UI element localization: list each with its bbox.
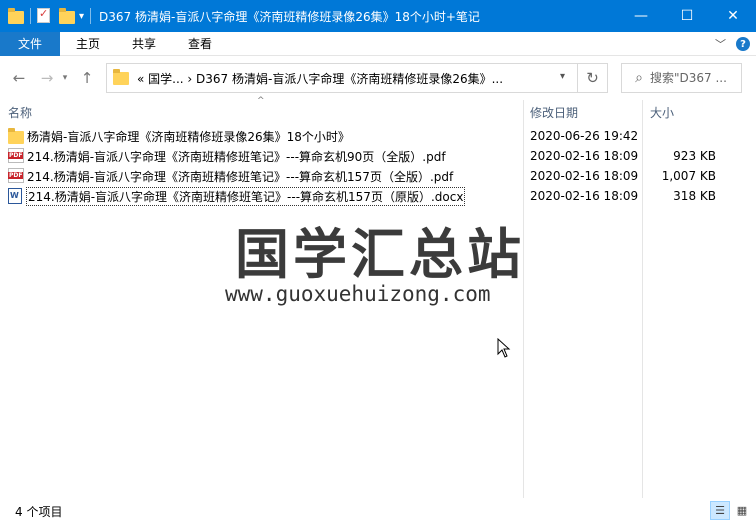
up-arrow-icon[interactable]: ↑ [76, 67, 98, 89]
close-button[interactable]: ✕ [710, 0, 756, 32]
expand-ribbon-chevron-icon[interactable]: ﹀ [715, 36, 726, 52]
tab-home[interactable]: 主页 [60, 32, 116, 56]
folder-icon [113, 68, 129, 85]
recent-locations-chevron-icon[interactable]: ▾ [58, 67, 72, 89]
pdf-file-icon [8, 168, 24, 184]
file-name: 214.杨清娟-盲派八字命理《济南班精修班笔记》---算命玄机90页（全版）.p… [27, 149, 446, 164]
column-headers: ^ 名称 修改日期 大小 [0, 96, 756, 498]
column-header-size[interactable]: 大小 [650, 104, 674, 121]
word-document-icon [8, 188, 24, 204]
address-bar[interactable]: « 国学... › D367 杨清娟-盲派八字命理《济南班精修班录像26集》..… [106, 63, 608, 93]
tab-file[interactable]: 文件 [0, 31, 61, 56]
file-name-cell: 214.杨清娟-盲派八字命理《济南班精修班笔记》---算命玄机157页（原版）.… [8, 186, 466, 206]
toolbar-divider [30, 8, 31, 24]
file-name-cell: 214.杨清娟-盲派八字命理《济南班精修班笔记》---算命玄机90页（全版）.p… [8, 147, 446, 165]
file-name: 214.杨清娟-盲派八字命理《济南班精修班笔记》---算命玄机157页（原版）.… [25, 186, 466, 206]
window-controls: — ☐ ✕ [618, 0, 756, 32]
watermark-title: 国学汇总站 [235, 223, 525, 286]
file-size: 1,007 KB [661, 169, 716, 183]
column-header-date[interactable]: 修改日期 [530, 104, 578, 121]
file-list: 杨清娟-盲派八字命理《济南班精修班录像26集》18个小时》 2020-06-26… [0, 126, 756, 206]
ribbon-right-controls: ﹀ ? [715, 32, 750, 56]
forward-arrow-icon[interactable]: → [36, 67, 58, 89]
tab-view[interactable]: 查看 [172, 32, 228, 56]
address-path[interactable]: « 国学... › D367 杨清娟-盲派八字命理《济南班精修班录像26集》..… [137, 70, 503, 87]
address-history-chevron-icon[interactable]: ▾ [560, 71, 565, 82]
file-name: 214.杨清娟-盲派八字命理《济南班精修班笔记》---算命玄机157页（全版）.… [27, 169, 454, 184]
file-date: 2020-02-16 18:09 [530, 169, 639, 183]
search-box[interactable]: ⌕ [621, 63, 742, 93]
search-icon: ⌕ [635, 70, 643, 86]
sort-ascending-icon: ^ [257, 96, 265, 106]
list-item-docx[interactable]: 214.杨清娟-盲派八字命理《济南班精修班笔记》---算命玄机157页（原版）.… [0, 186, 756, 206]
pdf-file-icon [8, 148, 24, 164]
mouse-cursor-icon [497, 338, 511, 358]
list-item-pdf[interactable]: 214.杨清娟-盲派八字命理《济南班精修班笔记》---算命玄机157页（全版）.… [0, 166, 756, 186]
item-count: 4 个项目 [15, 505, 63, 519]
file-size: 318 KB [673, 189, 716, 203]
folder-icon [8, 8, 24, 24]
file-date: 2020-06-26 19:42 [530, 129, 639, 143]
quick-access-toolbar: ▾ [0, 0, 97, 32]
minimize-button[interactable]: — [618, 0, 664, 32]
file-date: 2020-02-16 18:09 [530, 189, 639, 203]
maximize-button[interactable]: ☐ [664, 0, 710, 32]
folder-icon [8, 128, 24, 144]
navigation-bar: ← → ▾ ↑ « 国学... › D367 杨清娟-盲派八字命理《济南班精修班… [0, 56, 756, 100]
customize-toolbar-chevron-icon[interactable]: ▾ [79, 11, 84, 22]
list-item-pdf[interactable]: 214.杨清娟-盲派八字命理《济南班精修班笔记》---算命玄机90页（全版）.p… [0, 146, 756, 166]
search-input[interactable] [650, 71, 738, 85]
new-folder-icon[interactable] [59, 8, 75, 24]
watermark-url: www.guoxuehuizong.com [225, 282, 491, 306]
tab-share[interactable]: 共享 [116, 32, 172, 56]
file-name-cell: 214.杨清娟-盲派八字命理《济南班精修班笔记》---算命玄机157页（全版）.… [8, 167, 453, 185]
ribbon-tabs: 文件 主页 共享 查看 ﹀ ? [0, 31, 756, 56]
file-name: 杨清娟-盲派八字命理《济南班精修班录像26集》18个小时》 [27, 129, 350, 144]
title-bar: ▾ D367 杨清娟-盲派八字命理《济南班精修班录像26集》18个小时+笔记 —… [0, 0, 756, 32]
list-item-folder[interactable]: 杨清娟-盲派八字命理《济南班精修班录像26集》18个小时》 2020-06-26… [0, 126, 756, 146]
large-icons-view-icon[interactable]: ▦ [732, 501, 752, 520]
view-switcher: ☰ ▦ [708, 501, 752, 520]
back-arrow-icon[interactable]: ← [8, 67, 30, 89]
help-icon[interactable]: ? [736, 37, 750, 51]
file-date: 2020-02-16 18:09 [530, 149, 639, 163]
window-title: D367 杨清娟-盲派八字命理《济南班精修班录像26集》18个小时+笔记 [99, 9, 480, 24]
status-bar: 4 个项目 ☰ ▦ [0, 499, 756, 523]
toolbar-divider [90, 8, 92, 24]
properties-icon[interactable] [37, 7, 53, 24]
file-size: 923 KB [673, 149, 716, 163]
file-name-cell: 杨清娟-盲派八字命理《济南班精修班录像26集》18个小时》 [8, 127, 350, 145]
column-header-name[interactable]: 名称 [8, 104, 32, 121]
refresh-icon[interactable]: ↻ [577, 64, 607, 92]
details-view-icon[interactable]: ☰ [710, 501, 730, 520]
